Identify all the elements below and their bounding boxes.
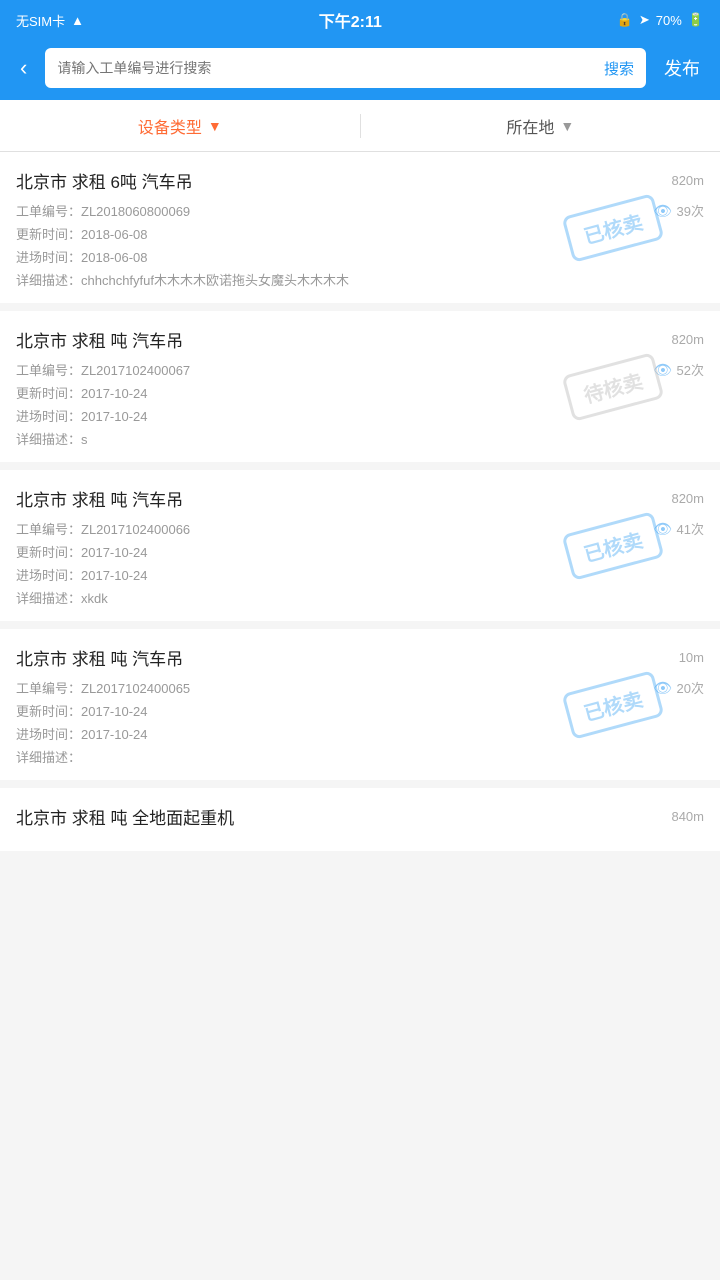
time-label: 下午2:11 [319, 8, 382, 32]
item-description: 详细描述：s [16, 429, 704, 448]
location-filter[interactable]: 所在地 ▼ [361, 100, 720, 151]
item-title-row: 北京市 求租 吨 汽车吊 10m [16, 645, 704, 670]
item-update-time: 更新时间：2017-10-24 [16, 383, 148, 402]
item-entry-time: 进场时间：2018-06-08 [16, 247, 148, 266]
lock-icon: 🔒 [617, 12, 633, 28]
search-bar: 搜索 [45, 48, 646, 88]
item-distance: 820m [671, 173, 704, 188]
item-entry-row: 进场时间：2018-06-08 [16, 247, 704, 266]
eye-icon: 👁 [653, 520, 672, 538]
item-order-label: 工单编号：ZL2017102400067 [16, 360, 190, 379]
eye-icon: 👁 [653, 361, 672, 379]
list-item[interactable]: 北京市 求租 6吨 汽车吊 820m 工单编号：ZL2018060800069 … [0, 152, 720, 303]
item-title: 北京市 求租 6吨 汽车吊 [16, 168, 193, 193]
item-update-row: 更新时间：2017-10-24 [16, 383, 704, 402]
item-description: 详细描述：chhchchfyfuf木木木木欧诺拖头女魔头木木木木 [16, 270, 704, 289]
item-description: 详细描述：xkdk [16, 588, 704, 607]
header: ‹ 搜索 发布 [0, 40, 720, 100]
list-item[interactable]: 北京市 求租 吨 汽车吊 820m 工单编号：ZL2017102400067 👁… [0, 311, 720, 462]
list-item[interactable]: 北京市 求租 吨 汽车吊 820m 工单编号：ZL2017102400066 👁… [0, 470, 720, 621]
filter-bar: 设备类型 ▼ 所在地 ▼ [0, 100, 720, 152]
item-views: 👁 20次 [653, 678, 704, 697]
item-order-label: 工单编号：ZL2017102400066 [16, 519, 190, 538]
item-order-row: 工单编号：ZL2017102400066 👁 41次 [16, 519, 704, 538]
eye-icon: 👁 [653, 679, 672, 697]
battery-icon: 🔋 [688, 12, 704, 28]
battery-label: 70% [656, 13, 682, 28]
carrier-label: 无SIM卡 [16, 11, 65, 30]
item-views: 👁 41次 [653, 519, 704, 538]
item-order-row: 工单编号：ZL2017102400065 👁 20次 [16, 678, 704, 697]
item-views: 👁 52次 [653, 360, 704, 379]
item-entry-time: 进场时间：2017-10-24 [16, 565, 148, 584]
item-views: 👁 39次 [653, 201, 704, 220]
last-item-title: 北京市 求租 吨 全地面起重机 [16, 804, 234, 829]
item-order-row: 工单编号：ZL2017102400067 👁 52次 [16, 360, 704, 379]
item-distance: 820m [671, 332, 704, 347]
location-icon: ➤ [639, 12, 650, 28]
item-update-row: 更新时间：2017-10-24 [16, 542, 704, 561]
status-right: 🔒 ➤ 70% 🔋 [617, 12, 704, 28]
item-description: 详细描述： [16, 747, 704, 766]
item-entry-row: 进场时间：2017-10-24 [16, 406, 704, 425]
wifi-icon: ▲ [71, 13, 84, 28]
last-item-title-row: 北京市 求租 吨 全地面起重机 840m [16, 804, 704, 829]
device-type-filter[interactable]: 设备类型 ▼ [0, 100, 360, 151]
item-entry-time: 进场时间：2017-10-24 [16, 724, 148, 743]
list-container: 北京市 求租 6吨 汽车吊 820m 工单编号：ZL2018060800069 … [0, 152, 720, 851]
publish-button[interactable]: 发布 [656, 51, 708, 85]
item-update-time: 更新时间：2017-10-24 [16, 701, 148, 720]
item-update-row: 更新时间：2017-10-24 [16, 701, 704, 720]
item-order-label: 工单编号：ZL2017102400065 [16, 678, 190, 697]
item-order-label: 工单编号：ZL2018060800069 [16, 201, 190, 220]
item-title-row: 北京市 求租 吨 汽车吊 820m [16, 327, 704, 352]
item-entry-row: 进场时间：2017-10-24 [16, 565, 704, 584]
item-update-row: 更新时间：2018-06-08 [16, 224, 704, 243]
item-title: 北京市 求租 吨 汽车吊 [16, 327, 183, 352]
list-item-last[interactable]: 北京市 求租 吨 全地面起重机 840m [0, 788, 720, 851]
list-item[interactable]: 北京市 求租 吨 汽车吊 10m 工单编号：ZL2017102400065 👁 … [0, 629, 720, 780]
item-title: 北京市 求租 吨 汽车吊 [16, 645, 183, 670]
status-left: 无SIM卡 ▲ [16, 11, 84, 30]
item-title-row: 北京市 求租 6吨 汽车吊 820m [16, 168, 704, 193]
device-type-label: 设备类型 [138, 114, 202, 138]
search-input[interactable] [45, 60, 592, 76]
search-button[interactable]: 搜索 [592, 58, 646, 79]
status-bar: 无SIM卡 ▲ 下午2:11 🔒 ➤ 70% 🔋 [0, 0, 720, 40]
location-label: 所在地 [506, 114, 554, 138]
device-type-chevron-icon: ▼ [208, 118, 222, 134]
item-update-time: 更新时间：2018-06-08 [16, 224, 148, 243]
item-distance: 10m [679, 650, 704, 665]
back-button[interactable]: ‹ [12, 51, 35, 85]
item-entry-row: 进场时间：2017-10-24 [16, 724, 704, 743]
item-distance: 820m [671, 491, 704, 506]
item-entry-time: 进场时间：2017-10-24 [16, 406, 148, 425]
eye-icon: 👁 [653, 202, 672, 220]
item-update-time: 更新时间：2017-10-24 [16, 542, 148, 561]
item-title-row: 北京市 求租 吨 汽车吊 820m [16, 486, 704, 511]
item-title: 北京市 求租 吨 汽车吊 [16, 486, 183, 511]
location-chevron-icon: ▼ [560, 118, 574, 134]
item-order-row: 工单编号：ZL2018060800069 👁 39次 [16, 201, 704, 220]
last-item-distance: 840m [671, 809, 704, 824]
